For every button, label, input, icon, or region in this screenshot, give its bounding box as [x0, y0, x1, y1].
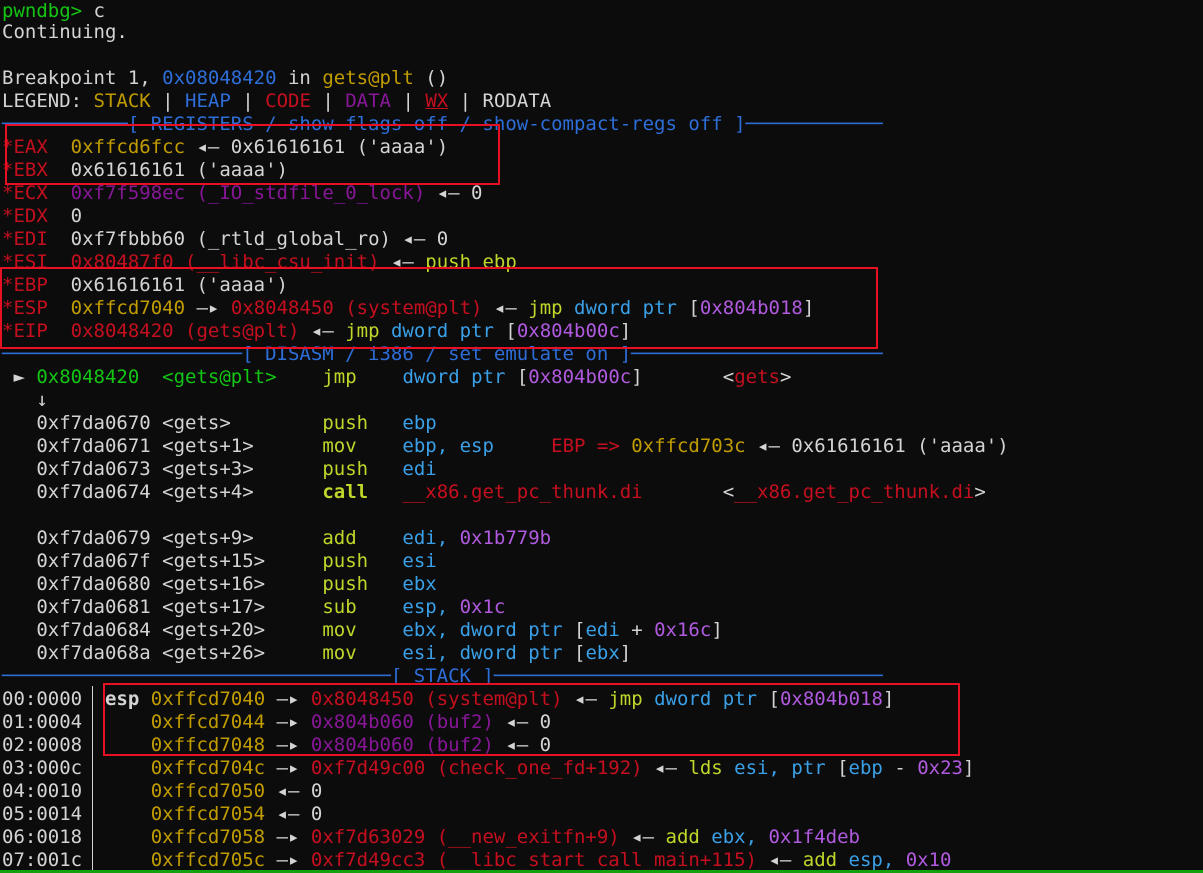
stack-row: 05:0014 0xffcd7054 ◂— 0 [2, 803, 323, 825]
highlight-box-stack [103, 683, 960, 756]
disasm-line: 0xf7da0671 <gets+1> mov ebp, esp EBP => … [36, 435, 1009, 457]
command: c [93, 0, 105, 22]
legend-code: CODE [265, 90, 311, 112]
legend-rodata: RODATA [482, 90, 552, 112]
breakpoint-function: gets@plt [322, 67, 414, 89]
disasm-line: 0xf7da0681 <gets+17> sub esp, 0x1c [36, 596, 506, 618]
disasm-line: 0xf7da0680 <gets+16> push ebx [36, 573, 437, 595]
legend-line: LEGEND: STACK | HEAP | CODE | DATA | WX … [2, 90, 552, 112]
breakpoint-address: 0x08048420 [162, 67, 277, 89]
register-edi: *EDI 0xf7fbbb60 (_rtld_global_ro) ◂— 0 [2, 228, 449, 250]
disasm-line: 0xf7da0684 <gets+20> mov ebx, dword ptr … [36, 619, 723, 641]
legend-wx: WX [425, 90, 449, 112]
stack-row: 04:0010 0xffcd7050 ◂— 0 [2, 780, 323, 802]
continuing-text: Continuing. [2, 21, 128, 43]
stack-row: 07:001c 0xffcd705c —▸ 0xf7d49cc3 (__libc… [2, 849, 952, 871]
legend-data: DATA [345, 90, 391, 112]
legend-heap: HEAP [185, 90, 231, 112]
disasm-jump-arrow: ↓ [2, 389, 48, 411]
highlight-box-ebp-esp-eip [0, 267, 878, 349]
disasm-line-current: ► 0x8048420 <gets@plt> jmp dword ptr [0x… [2, 366, 792, 388]
highlight-box-eax-ebx [5, 124, 500, 185]
stack-row: 06:0018 0xffcd7058 —▸ 0xf7d63029 (__new_… [2, 826, 860, 848]
disasm-line: 0xf7da0670 <gets> push ebp [36, 412, 437, 434]
disasm-line: 0xf7da067f <gets+15> push esi [36, 550, 437, 572]
disasm-line: 0xf7da0679 <gets+9> add edi, 0x1b779b [36, 527, 552, 549]
register-ecx: *ECX 0xf7f598ec (_IO_stdfile_0_lock) ◂— … [2, 182, 483, 204]
disasm-line: 0xf7da0674 <gets+4> call __x86.get_pc_th… [36, 481, 986, 503]
disasm-line: 0xf7da068a <gets+26> mov esi, dword ptr … [36, 642, 632, 664]
breakpoint-line: Breakpoint 1, 0x08048420 in gets@plt () [2, 67, 449, 89]
stack-row: 03:000c 0xffcd704c —▸ 0xf7d49c00 (check_… [2, 757, 975, 779]
register-edx: *EDX 0 [2, 205, 83, 227]
prompt-line[interactable]: pwndbg> c [2, 0, 105, 23]
disasm-line: 0xf7da0673 <gets+3> push edi [36, 458, 437, 480]
prompt: pwndbg> [2, 0, 94, 22]
stack-separator [92, 686, 93, 873]
legend-stack: STACK [93, 90, 151, 112]
